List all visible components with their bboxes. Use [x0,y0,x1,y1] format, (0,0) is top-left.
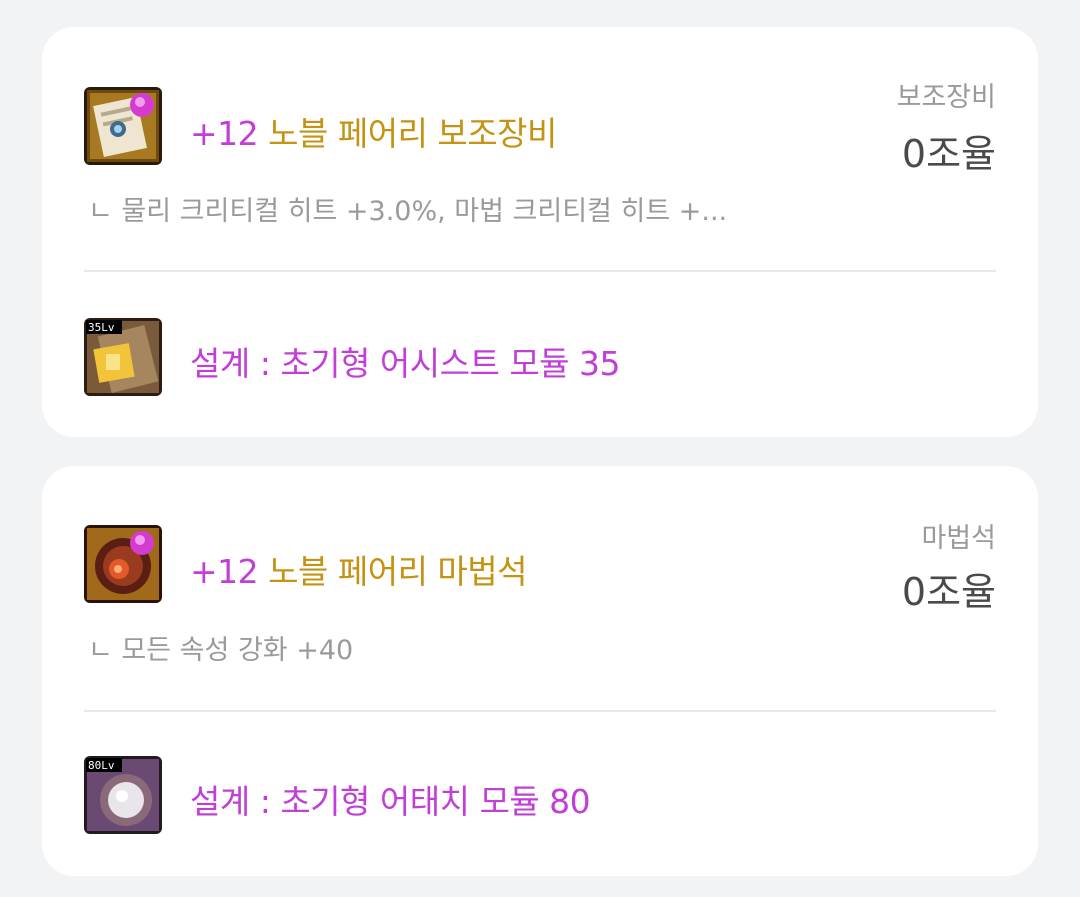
price-value: 0조율 [901,570,996,614]
item-name: 노블 페어리 보조장비 [268,114,557,153]
noble-fairy-magic-stone-icon [84,525,162,603]
design-title[interactable]: 설계 : 초기형 어시스트 모듈 35 [190,337,621,385]
item-name: 노블 페어리 마법석 [268,552,528,591]
enhance-level: +12 [190,552,259,591]
item-title[interactable]: +12 노블 페어리 마법석 [190,545,528,593]
design-title[interactable]: 설계 : 초기형 어태치 모듈 80 [190,775,591,823]
item-option: ㄴ 모든 속성 강화 +40 [88,635,354,666]
item-card[interactable]: +12 노블 페어리 보조장비 보조장비 0조율 ㄴ 물리 크리티컬 히트 +3… [42,27,1038,437]
level-badge-text: 35Lv [88,321,115,334]
noble-fairy-secondary-icon [84,87,162,165]
item-card[interactable]: +12 노블 페어리 마법석 마법석 0조율 ㄴ 모든 속성 강화 +40 80… [42,466,1038,876]
slot-label: 마법석 [921,523,996,554]
item-option: ㄴ 물리 크리티컬 히트 +3.0%, 마법 크리티컬 히트 +... [88,196,728,227]
attach-module-80-icon: 80Lv [84,756,162,834]
enhance-level: +12 [190,114,259,153]
assist-module-35-icon: 35Lv [84,318,162,396]
divider [84,270,996,272]
divider [84,710,996,712]
level-badge-text: 80Lv [88,759,115,772]
item-title[interactable]: +12 노블 페어리 보조장비 [190,107,557,155]
price-value: 0조율 [901,132,996,176]
slot-label: 보조장비 [896,82,996,113]
